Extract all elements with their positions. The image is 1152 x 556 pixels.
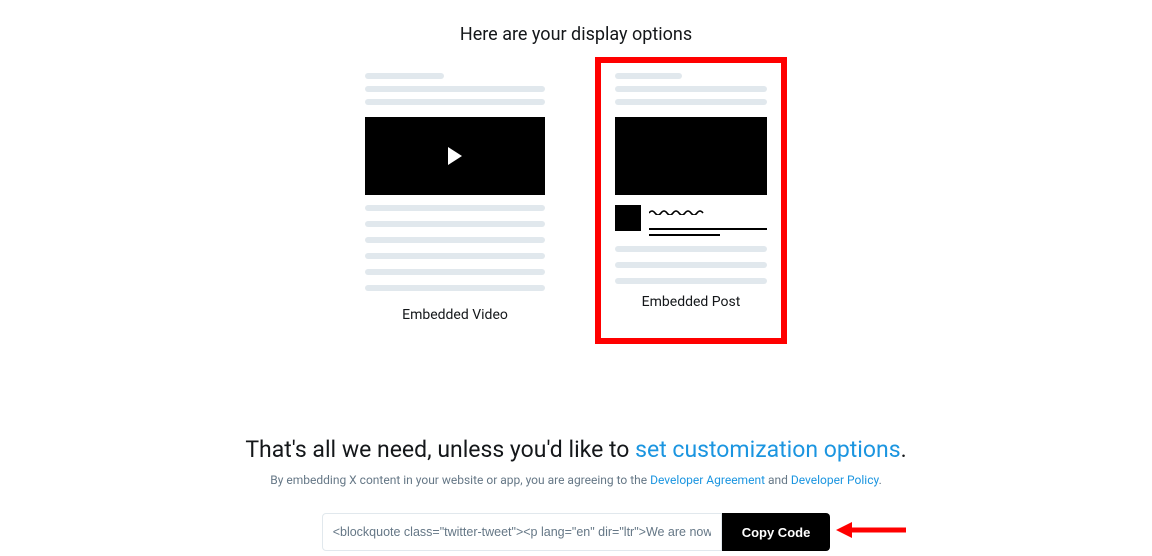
placeholder-bar [365,221,545,227]
text-line [649,234,720,236]
footer-sub-suffix: . [879,473,882,487]
footer-main-prefix: That's all we need, unless you'd like to [245,436,635,463]
placeholder-bar [615,278,767,284]
copy-code-button[interactable]: Copy Code [722,513,831,551]
text-line [649,228,767,230]
wavy-line-icon [649,209,704,215]
placeholder-bar [365,269,545,275]
avatar-placeholder [615,205,641,231]
placeholder-bar [365,86,545,92]
option-video-label: Embedded Video [365,307,545,323]
play-icon [448,147,462,165]
placeholder-bar [615,246,767,252]
arrow-left-icon [836,520,906,540]
option-embedded-video[interactable]: Embedded Video [365,73,545,344]
placeholder-bar [615,99,767,105]
developer-agreement-link[interactable]: Developer Agreement [650,473,765,487]
post-author-block [615,205,767,236]
developer-policy-link[interactable]: Developer Policy [791,473,879,487]
display-options-heading: Here are your display options [0,24,1152,45]
media-placeholder [615,117,767,195]
placeholder-bar [365,205,545,211]
video-placeholder [365,117,545,195]
footer-main-suffix: . [901,436,907,463]
placeholder-bar [615,262,767,268]
footer-sub-text: By embedding X content in your website o… [0,473,1152,487]
display-options-row: Embedded Video Embedded Post [0,73,1152,344]
embed-code-row: Copy Code [0,513,1152,551]
placeholder-bar [365,73,444,79]
footer-sub-prefix: By embedding X content in your website o… [270,473,650,487]
placeholder-bar [365,285,545,291]
option-post-label: Embedded Post [615,294,767,310]
placeholder-bar [615,86,767,92]
footer-section: That's all we need, unless you'd like to… [0,436,1152,551]
footer-sub-mid: and [765,473,791,487]
placeholder-bar [365,237,545,243]
customization-options-link[interactable]: set customization options [635,436,900,463]
embed-code-input[interactable] [322,513,722,551]
post-text-placeholder [649,205,767,236]
placeholder-bar [615,73,682,79]
placeholder-bar [365,253,545,259]
footer-main-text: That's all we need, unless you'd like to… [0,436,1152,463]
placeholder-bar [365,99,545,105]
option-embedded-post[interactable]: Embedded Post [595,57,787,344]
arrow-annotation [836,520,906,544]
